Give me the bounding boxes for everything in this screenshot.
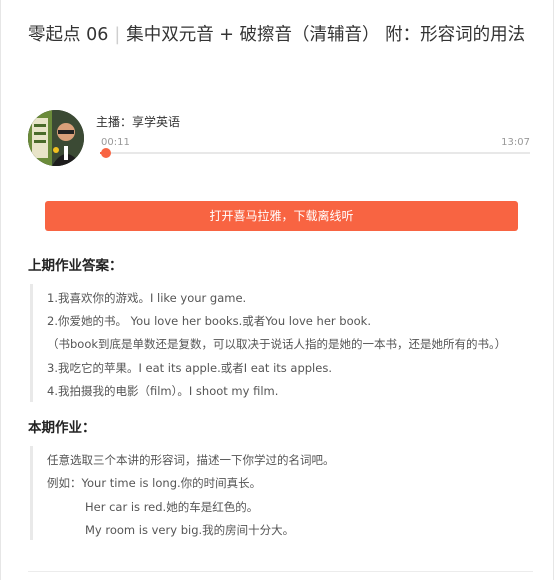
homework-line: 任意选取三个本讲的形容词，描述一下你学过的名词吧。 [47,453,335,467]
homework-line: 例如：Your time is long.你的时间真长。 [47,476,262,490]
host-avatar [28,110,84,166]
homework-example: My room is very big.我的房间十分大。 [85,523,295,537]
answer-line: 1.我喜欢你的游戏。I like your game. [47,291,247,305]
this-homework-heading: 本期作业： [28,420,96,436]
title-divider: | [114,25,121,45]
answer-line: 2.你爱她的书。 You love her books.或者You love h… [47,314,371,328]
current-time: 00:11 [101,137,130,148]
answer-line: 4.我拍摄我的电影（film）。I shoot my film. [47,384,279,398]
episode-title: 零起点 06 | 集中双元音 + 破擦音（清辅音） 附：形容词的用法 [28,22,533,49]
answer-note: （书book到底是单数还是复数，可以取决于说话人指的是她的一本书，还是她所有的书… [47,337,507,351]
host-name: 主播：享学英语 [96,115,181,129]
total-time: 13:07 [501,137,530,148]
episode-title-part1: 零起点 06 [28,25,109,45]
progress-track [100,152,530,154]
progress-bar[interactable] [100,148,530,158]
last-homework-heading: 上期作业答案： [28,258,123,274]
open-ximalaya-button[interactable]: 打开喜马拉雅，下载离线听 [45,201,518,231]
progress-handle[interactable] [101,148,112,158]
audio-player: 主播：享学英语 00:11 13:07 [28,110,530,170]
homework-example: Her car is red.她的车是红色的。 [85,500,259,514]
last-homework-answers: 1.我喜欢你的游戏。I like your game. 2.你爱她的书。 You… [30,284,533,402]
host-avatar-image [28,110,84,166]
episode-title-part2: 集中双元音 + 破擦音（清辅音） 附：形容词的用法 [126,25,526,45]
answer-line: 3.我吃它的苹果。I eat its apple.或者I eat its app… [47,361,332,375]
bottom-divider [28,571,533,572]
this-homework-content: 任意选取三个本讲的形容词，描述一下你学过的名词吧。 例如：Your time i… [30,446,533,540]
